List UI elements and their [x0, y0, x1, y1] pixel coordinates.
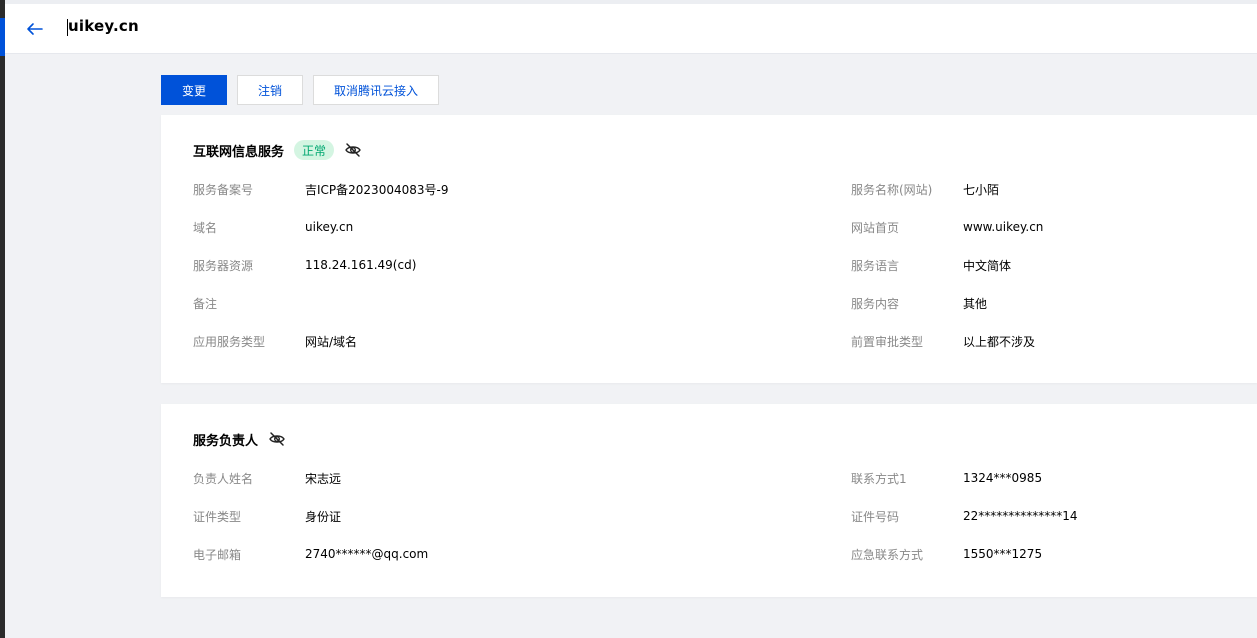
field-value: 22**************14: [963, 509, 1078, 523]
field-homepage: 网站首页 www.uikey.cn: [851, 219, 1043, 235]
field-value: 118.24.161.49(cd): [305, 258, 417, 272]
field-label: 服务备案号: [193, 182, 254, 197]
field-remark: 备注: [193, 295, 305, 311]
field-label: 电子邮箱: [193, 547, 242, 562]
field-domain: 域名 uikey.cn: [193, 219, 353, 235]
field-value: 中文简体: [963, 258, 1012, 273]
field-value: 吉ICP备2023004083号-9: [305, 182, 449, 197]
field-label: 服务器资源: [193, 258, 254, 273]
field-server-resource: 服务器资源 118.24.161.49(cd): [193, 257, 416, 273]
field-service-name: 服务名称(网站) 七小陌: [851, 181, 999, 197]
field-label: 证件号码: [851, 509, 900, 524]
field-service-language: 服务语言 中文简体: [851, 257, 1011, 273]
service-card-header: 互联网信息服务 正常: [193, 140, 362, 160]
action-bar: 变更 注销 取消腾讯云接入: [161, 75, 439, 105]
field-label: 服务内容: [851, 296, 900, 311]
page-title: uikey.cn: [67, 17, 139, 36]
service-card-title: 互联网信息服务: [193, 144, 285, 160]
field-id-type: 证件类型 身份证: [193, 508, 341, 524]
owner-card-title: 服务负责人: [193, 433, 259, 449]
field-label: 负责人姓名: [193, 471, 254, 486]
field-value: uikey.cn: [305, 220, 354, 234]
change-button[interactable]: 变更: [161, 75, 227, 105]
field-service-content: 服务内容 其他: [851, 295, 987, 311]
field-value: 1550***1275: [963, 547, 1043, 561]
field-value: 身份证: [305, 509, 342, 524]
owner-card-header: 服务负责人: [193, 429, 286, 449]
back-button[interactable]: [23, 18, 45, 40]
field-label: 网站首页: [851, 220, 900, 235]
page-header: uikey.cn: [5, 0, 1257, 54]
service-info-card: 互联网信息服务 正常 服务备案号 吉ICP备2023004083号-9 域名 u…: [161, 115, 1257, 383]
field-value: www.uikey.cn: [963, 220, 1044, 234]
field-value: 2740******@qq.com: [305, 547, 429, 561]
status-badge: 正常: [294, 140, 335, 160]
deregister-button[interactable]: 注销: [237, 75, 303, 105]
field-label: 备注: [193, 296, 218, 311]
field-app-service-type: 应用服务类型 网站/域名: [193, 333, 357, 349]
owner-info-card: 服务负责人 负责人姓名 宋志远 证件类型 身份证 电子邮箱 2740******…: [161, 404, 1257, 597]
field-label: 服务名称(网站): [851, 182, 933, 197]
field-value: 1324***0985: [963, 471, 1043, 485]
field-value: 其他: [963, 296, 988, 311]
field-contact-1: 联系方式1 1324***0985: [851, 470, 1042, 486]
field-label: 联系方式1: [851, 471, 907, 486]
field-emergency-contact: 应急联系方式 1550***1275: [851, 546, 1042, 562]
field-label: 证件类型: [193, 509, 242, 524]
field-record-number: 服务备案号 吉ICP备2023004083号-9: [193, 181, 448, 197]
eye-off-icon[interactable]: [268, 430, 286, 448]
field-value: 网站/域名: [305, 334, 358, 349]
arrow-left-icon: [27, 23, 43, 35]
field-value: 宋志远: [305, 471, 342, 486]
field-value: 以上都不涉及: [963, 334, 1036, 349]
field-label: 应用服务类型: [193, 334, 266, 349]
field-pre-approval-type: 前置审批类型 以上都不涉及: [851, 333, 1035, 349]
window-left-edge: [0, 0, 5, 638]
cancel-tencent-access-button[interactable]: 取消腾讯云接入: [313, 75, 439, 105]
field-value: 七小陌: [963, 182, 1000, 197]
eye-off-icon[interactable]: [344, 141, 362, 159]
field-email: 电子邮箱 2740******@qq.com: [193, 546, 428, 562]
field-id-number: 证件号码 22**************14: [851, 508, 1078, 524]
field-label: 应急联系方式: [851, 547, 924, 562]
field-label: 服务语言: [851, 258, 900, 273]
field-owner-name: 负责人姓名 宋志远: [193, 470, 341, 486]
field-label: 域名: [193, 220, 218, 235]
field-label: 前置审批类型: [851, 334, 924, 349]
